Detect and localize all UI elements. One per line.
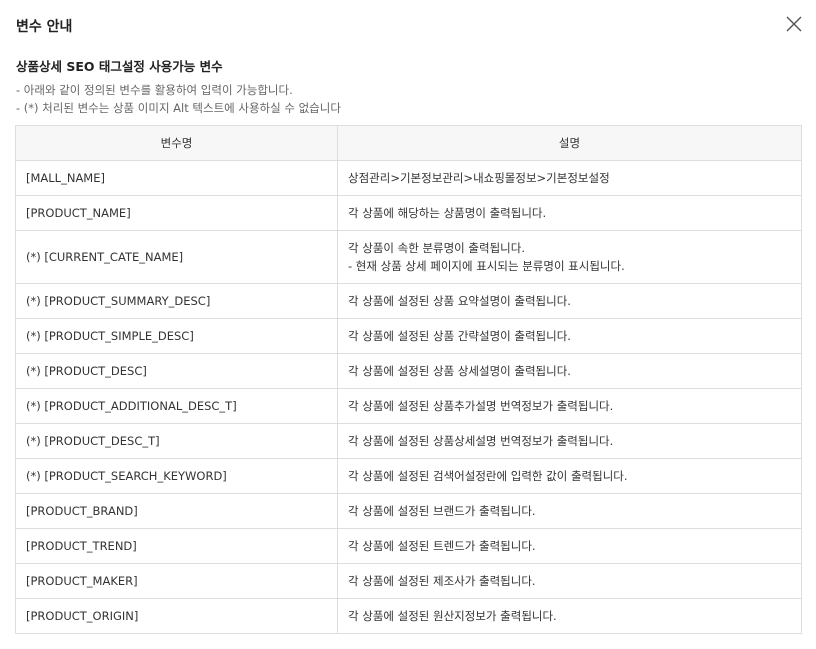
description-cell: 각 상품에 설정된 원산지정보가 출력됩니다. [337, 598, 802, 634]
variable-name-cell: (*) [PRODUCT_SUMMARY_DESC] [15, 283, 338, 319]
variable-name-cell: [PRODUCT_ORIGIN] [15, 598, 338, 634]
variable-name-cell: [PRODUCT_TREND] [15, 528, 338, 564]
description-cell: 각 상품이 속한 분류명이 출력됩니다. - 현재 상품 상세 페이지에 표시되는… [337, 230, 802, 284]
note-line: - 아래와 같이 정의된 변수를 활용하여 입력이 가능합니다. [16, 83, 293, 97]
description-line: 각 상품에 설정된 검색어설정란에 입력한 값이 출력됩니다. [348, 469, 628, 483]
table-row: [PRODUCT_ORIGIN] 각 상품에 설정된 원산지정보가 출력됩니다. [15, 598, 802, 634]
variable-name-cell: [PRODUCT_NAME] [15, 195, 338, 231]
table-row: (*) [PRODUCT_SUMMARY_DESC] 각 상품에 설정된 상품 요… [15, 283, 802, 319]
description-cell: 각 상품에 설정된 상품 간략설명이 출력됩니다. [337, 318, 802, 354]
description-cell: 각 상품에 설정된 상품 요약설명이 출력됩니다. [337, 283, 802, 319]
variable-name-cell: (*) [PRODUCT_SIMPLE_DESC] [15, 318, 338, 354]
description-line: 각 상품에 설정된 상품 간략설명이 출력됩니다. [348, 329, 571, 343]
description-line: 각 상품에 설정된 제조사가 출력됩니다. [348, 574, 536, 588]
table-header-row: 변수명 설명 [15, 125, 802, 161]
table-row: [PRODUCT_NAME] 각 상품에 해당하는 상품명이 출력됩니다. [15, 195, 802, 231]
table-row: (*) [PRODUCT_SEARCH_KEYWORD] 각 상품에 설정된 검색… [15, 458, 802, 494]
variable-name-cell: [PRODUCT_MAKER] [15, 563, 338, 599]
column-header-description: 설명 [337, 125, 802, 161]
table-row: (*) [PRODUCT_ADDITIONAL_DESC_T] 각 상품에 설정된… [15, 388, 802, 424]
table-row: [PRODUCT_BRAND] 각 상품에 설정된 브랜드가 출력됩니다. [15, 493, 802, 529]
table-row: (*) [CURRENT_CATE_NAME] 각 상품이 속한 분류명이 출력됩… [15, 230, 802, 284]
title-divider [0, 45, 816, 46]
variable-table: 변수명 설명 [MALL_NAME] 상점관리>기본정보관리>내쇼핑몰정보>기본정… [15, 125, 802, 634]
table-row: [PRODUCT_MAKER] 각 상품에 설정된 제조사가 출력됩니다. [15, 563, 802, 599]
description-line: 각 상품에 설정된 트렌드가 출력됩니다. [348, 539, 536, 553]
description-cell: 각 상품에 설정된 상품추가설명 번역정보가 출력됩니다. [337, 388, 802, 424]
column-header-name: 변수명 [15, 125, 338, 161]
section-title: 상품상세 SEO 태그설정 사용가능 변수 [16, 59, 223, 74]
description-line: 각 상품에 설정된 브랜드가 출력됩니다. [348, 504, 536, 518]
table-row: (*) [PRODUCT_SIMPLE_DESC] 각 상품에 설정된 상품 간략… [15, 318, 802, 354]
description-cell: 각 상품에 설정된 검색어설정란에 입력한 값이 출력됩니다. [337, 458, 802, 494]
variable-name-cell: (*) [PRODUCT_DESC_T] [15, 423, 338, 459]
description-line: - 현재 상품 상세 페이지에 표시되는 분류명이 표시됩니다. [348, 259, 625, 273]
table-body: [MALL_NAME] 상점관리>기본정보관리>내쇼핑몰정보>기본정보설정 [PRO… [15, 160, 802, 634]
close-button[interactable] [784, 14, 804, 34]
description-line: 각 상품이 속한 분류명이 출력됩니다. [348, 241, 525, 255]
variable-name-cell: [PRODUCT_BRAND] [15, 493, 338, 529]
description-line: 각 상품에 설정된 상품 요약설명이 출력됩니다. [348, 294, 571, 308]
close-icon [786, 16, 802, 32]
description-line: 각 상품에 설정된 상품상세설명 번역정보가 출력됩니다. [348, 434, 614, 448]
description-cell: 각 상품에 설정된 제조사가 출력됩니다. [337, 563, 802, 599]
description-cell: 각 상품에 설정된 상품 상세설명이 출력됩니다. [337, 353, 802, 389]
variable-name-cell: (*) [PRODUCT_DESC] [15, 353, 338, 389]
table-row: [PRODUCT_TREND] 각 상품에 설정된 트렌드가 출력됩니다. [15, 528, 802, 564]
description-cell: 각 상품에 설정된 트렌드가 출력됩니다. [337, 528, 802, 564]
table-row: (*) [PRODUCT_DESC] 각 상품에 설정된 상품 상세설명이 출력됩… [15, 353, 802, 389]
description-line: 상점관리>기본정보관리>내쇼핑몰정보>기본정보설정 [348, 171, 610, 185]
notes: - 아래와 같이 정의된 변수를 활용하여 입력이 가능합니다. - (*) 처… [16, 81, 341, 117]
dialog-title: 변수 안내 [16, 19, 73, 35]
description-cell: 상점관리>기본정보관리>내쇼핑몰정보>기본정보설정 [337, 160, 802, 196]
description-line: 각 상품에 해당하는 상품명이 출력됩니다. [348, 206, 547, 220]
variable-name-cell: [MALL_NAME] [15, 160, 338, 196]
variable-name-cell: (*) [PRODUCT_ADDITIONAL_DESC_T] [15, 388, 338, 424]
note-line: - (*) 처리된 변수는 상품 이미지 Alt 텍스트에 사용하실 수 없습니… [16, 101, 341, 115]
description-cell: 각 상품에 설정된 브랜드가 출력됩니다. [337, 493, 802, 529]
variable-guide-dialog: 변수 안내 상품상세 SEO 태그설정 사용가능 변수 - 아래와 같이 정의된… [0, 0, 816, 649]
variable-name-cell: (*) [PRODUCT_SEARCH_KEYWORD] [15, 458, 338, 494]
description-cell: 각 상품에 설정된 상품상세설명 번역정보가 출력됩니다. [337, 423, 802, 459]
table-row: [MALL_NAME] 상점관리>기본정보관리>내쇼핑몰정보>기본정보설정 [15, 160, 802, 196]
table-row: (*) [PRODUCT_DESC_T] 각 상품에 설정된 상품상세설명 번역정… [15, 423, 802, 459]
variable-name-cell: (*) [CURRENT_CATE_NAME] [15, 230, 338, 284]
description-line: 각 상품에 설정된 원산지정보가 출력됩니다. [348, 609, 557, 623]
description-line: 각 상품에 설정된 상품 상세설명이 출력됩니다. [348, 364, 571, 378]
description-line: 각 상품에 설정된 상품추가설명 번역정보가 출력됩니다. [348, 399, 614, 413]
description-cell: 각 상품에 해당하는 상품명이 출력됩니다. [337, 195, 802, 231]
